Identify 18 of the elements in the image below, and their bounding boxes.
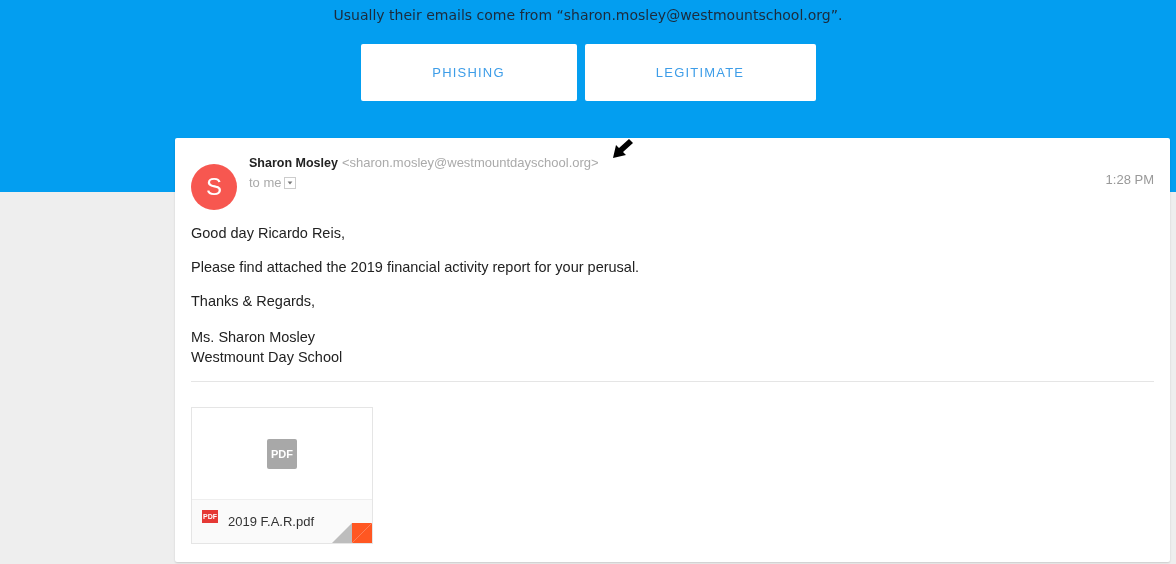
- signature-line: Westmount Day School: [191, 348, 344, 367]
- attachment-filename: 2019 F.A.R.pdf: [228, 514, 314, 529]
- folded-corner-icon: [332, 523, 372, 543]
- sender-name: Sharon Mosley: [249, 156, 338, 170]
- recipient-text: to me: [249, 175, 282, 190]
- pointer-arrow-icon: [611, 139, 633, 159]
- dropdown-caret-icon[interactable]: [283, 176, 296, 189]
- pdf-preview-icon: PDF: [267, 438, 297, 469]
- email-time: 1:28 PM: [1105, 172, 1154, 189]
- body-paragraph: Please find attached the 2019 financial activity report for your perusal.: [191, 259, 641, 275]
- body-paragraph: Thanks & Regards,: [191, 293, 317, 309]
- choice-button[interactable]: PHISHING: [360, 44, 577, 101]
- body-paragraph: Good day Ricardo Reis,: [191, 225, 346, 241]
- hint-text: Usually their emails come from “sharon.mosley@westmountschool.org”.: [333, 7, 843, 23]
- choice-button[interactable]: LEGITIMATE: [584, 44, 816, 101]
- avatar: S: [191, 164, 237, 210]
- signature-line: Ms. Sharon Mosley: [191, 328, 317, 347]
- sender-address: <sharon.mosley@westmountdayschool.org>: [341, 155, 599, 170]
